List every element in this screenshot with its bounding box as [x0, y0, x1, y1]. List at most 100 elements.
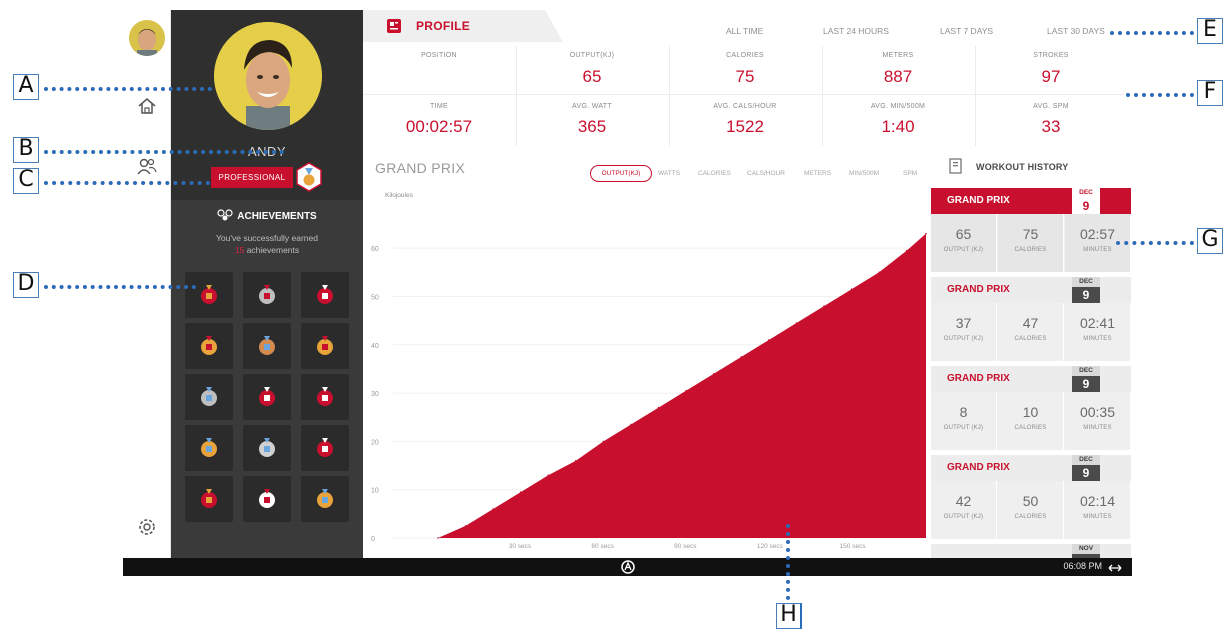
history-list-icon — [948, 158, 964, 179]
workout-metric-output: 37 OUTPUT (KJ) — [931, 303, 997, 361]
workout-date: DEC 9 — [1072, 277, 1100, 303]
workout-metric-label: OUTPUT (KJ) — [943, 514, 984, 520]
workout-item-header: GRAND PRIX DEC 9 — [931, 277, 1131, 303]
workout-item-header: GRAND PRIX DEC 9 — [931, 188, 1131, 214]
achievements-subtitle-suffix: achievements — [246, 245, 300, 255]
stat-value: 33 — [1041, 117, 1061, 136]
workout-metric-value: 42 — [955, 493, 972, 509]
workout-date: DEC 9 — [1072, 366, 1100, 392]
callout-h-line — [786, 524, 790, 600]
output-chart: 0 10 20 30 40 50 60 30 secs 60 secs 90 secs 120 se… — [371, 232, 927, 550]
workout-metric-minutes: 00:35 MINUTES — [1065, 392, 1131, 450]
achievement-gold-medal-icon[interactable] — [301, 476, 349, 522]
chart-y-tick: 50 — [371, 294, 379, 301]
workout-date-month: DEC — [1072, 277, 1100, 287]
callout-b: B — [13, 137, 39, 163]
chart-x-tick: 60 secs — [591, 543, 614, 550]
workout-date: DEC 9 — [1072, 455, 1100, 481]
workout-metric-label: CALORIES — [1014, 336, 1047, 342]
achievement-flame-icon[interactable] — [185, 476, 233, 522]
callout-f: F — [1197, 80, 1223, 106]
achievements-subtitle: You've successfully earned 15 achievemen… — [191, 232, 343, 256]
user-avatar-small[interactable] — [129, 20, 165, 56]
expand-arrows-icon[interactable] — [1108, 561, 1122, 576]
workout-metric-minutes: 02:41 MINUTES — [1065, 303, 1131, 361]
chart-data-point — [602, 440, 605, 443]
chart-data-point — [878, 271, 880, 274]
profile-avatar — [214, 22, 322, 130]
chart-data-point — [437, 537, 439, 539]
workout-history-title: WORKOUT HISTORY — [976, 162, 1069, 172]
workout-name: GRAND PRIX — [947, 284, 1010, 295]
workout-name: GRAND PRIX — [947, 462, 1010, 473]
achievement-three-sessions-icon[interactable] — [243, 374, 291, 420]
workout-metric-label: MINUTES — [1083, 514, 1112, 520]
workout-metric-minutes: 02:14 MINUTES — [1065, 481, 1131, 539]
workout-history-item[interactable]: GRAND PRIX DEC 9 42 OUTPUT (KJ) 50 CALORIES 02:… — [931, 455, 1131, 539]
stat-label: STROKES — [1033, 52, 1069, 59]
filter-last-30-days[interactable]: LAST 30 DAYS — [1047, 26, 1105, 36]
achievement-first-aid-badge-icon[interactable] — [185, 272, 233, 318]
callout-b-line — [44, 150, 284, 154]
chart-y-tick: 20 — [371, 439, 379, 446]
workout-metric-label: MINUTES — [1083, 425, 1112, 431]
achievement-speed-gauge-icon[interactable] — [185, 425, 233, 471]
workout-metric-value: 65 — [955, 226, 972, 242]
workout-metric-label: OUTPUT (KJ) — [943, 336, 984, 342]
workout-metric-label: OUTPUT (KJ) — [943, 247, 984, 253]
home-icon[interactable] — [135, 94, 159, 118]
workout-metric-label: CALORIES — [1014, 514, 1047, 520]
achievement-ten-sessions-icon[interactable] — [301, 425, 349, 471]
chart-y-tick: 30 — [371, 391, 379, 398]
filter-last-7-days[interactable]: LAST 7 DAYS — [940, 26, 993, 36]
settings-gear-icon[interactable] — [135, 515, 159, 539]
bottom-status-bar: 06:08 PM — [123, 558, 1132, 576]
main-content: PROFILE ALL TIME LAST 24 HOURS LAST 7 DA… — [363, 10, 1132, 570]
workout-date-month: DEC — [1072, 455, 1100, 465]
workout-date-day: 9 — [1072, 287, 1100, 303]
workout-history-item[interactable]: GRAND PRIX DEC 9 65 OUTPUT (KJ) 75 CALORIES 02:… — [931, 188, 1131, 272]
workout-item-header: GRAND PRIX DEC 9 — [931, 455, 1131, 481]
workout-metric-calories: 75 CALORIES — [998, 214, 1064, 272]
level-badge: PROFESSIONAL — [211, 167, 293, 188]
workout-date-month: NOV — [1072, 544, 1100, 554]
callout-e: E — [1197, 18, 1223, 44]
achievement-silver-medal-icon[interactable] — [243, 425, 291, 471]
workout-metric-output: 8 OUTPUT (KJ) — [931, 392, 997, 450]
workout-history-header: WORKOUT HISTORY — [948, 158, 1132, 180]
achievement-five-sessions-icon[interactable] — [301, 374, 349, 420]
annotated-screenshot: ANDY PROFESSIONAL ACHIEVEMENTS You've su… — [0, 0, 1231, 632]
icon-nav-bar — [123, 10, 171, 558]
callout-g-line — [1116, 241, 1194, 245]
workout-metric-value: 02:41 — [1079, 315, 1116, 331]
workout-metric-value: 8 — [959, 404, 968, 420]
chart-data-point — [685, 389, 687, 392]
achievement-bronze-medal-icon[interactable] — [243, 323, 291, 369]
workout-name: GRAND PRIX — [947, 195, 1010, 206]
workout-metric-output: 42 OUTPUT (KJ) — [931, 481, 997, 539]
workout-history-item[interactable]: GRAND PRIX DEC 9 8 OUTPUT (KJ) 10 CALORIES 00:3… — [931, 366, 1131, 450]
achievement-trophies-icon[interactable] — [301, 323, 349, 369]
achievement-two-sessions-icon[interactable] — [301, 272, 349, 318]
achievement-fifty-card-icon[interactable] — [243, 476, 291, 522]
callout-a-line — [44, 87, 212, 91]
callout-g: G — [1197, 228, 1223, 254]
achievements-icon — [217, 209, 233, 224]
workout-item-header: GRAND PRIX DEC 9 — [931, 366, 1131, 392]
workout-metric-label: MINUTES — [1083, 247, 1112, 253]
workout-history-item[interactable]: NOV — [931, 544, 1131, 570]
workout-metric-calories: 10 CALORIES — [998, 392, 1064, 450]
achievement-silver-medal-2-icon[interactable] — [185, 374, 233, 420]
workout-metric-value: 02:14 — [1079, 493, 1116, 509]
workout-history-item[interactable]: GRAND PRIX DEC 9 37 OUTPUT (KJ) 47 CALORIES 02:… — [931, 277, 1131, 361]
users-icon[interactable] — [135, 155, 159, 179]
workout-metric-label: OUTPUT (KJ) — [943, 425, 984, 431]
stat-strokes: STROKES 97 — [975, 52, 1127, 87]
stat-avg-spm: AVG. SPM 33 — [975, 103, 1127, 137]
achievement-gold-medal-1-icon[interactable] — [185, 323, 233, 369]
chart-y-tick: 60 — [371, 246, 379, 253]
achievement-rocket-icon[interactable] — [243, 272, 291, 318]
callout-e-line — [1110, 31, 1194, 35]
stat-divider — [975, 46, 976, 146]
workout-metric-value: 00:35 — [1079, 404, 1116, 420]
